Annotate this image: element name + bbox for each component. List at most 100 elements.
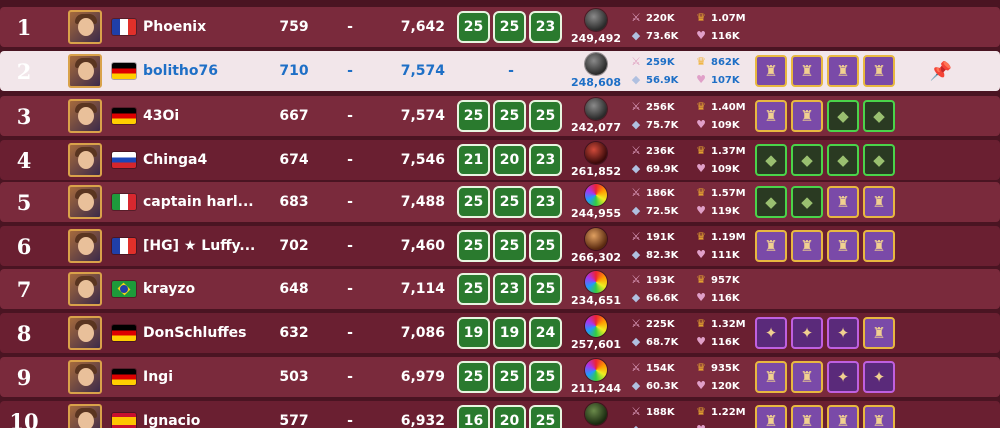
player-avatar[interactable]	[68, 99, 102, 133]
equipment-item[interactable]: ♜	[791, 405, 823, 428]
leaderboard-row[interactable]: 8 DonSchluffes 632-7,086 19 19 24 257,601 ⚔ 225K…	[0, 313, 1000, 353]
equipment-item[interactable]: ♜	[863, 186, 895, 218]
player-score: 266,302	[570, 250, 622, 264]
equipment-item[interactable]: ◆	[755, 144, 787, 176]
player-avatar[interactable]	[68, 316, 102, 350]
stat-value: 256K	[646, 101, 675, 113]
push-pin-icon[interactable]: 📌	[930, 51, 952, 91]
stat-value: 109K	[711, 163, 740, 175]
equipment-item[interactable]: ♜	[863, 317, 895, 349]
heart-question-icon: ♥	[696, 73, 706, 86]
player-avatar[interactable]	[68, 185, 102, 219]
leaderboard-row[interactable]: 3 43Oi 667-7,574 25 25 25 242,077 ⚔ 256K ◆ 75.7K ♛ 1…	[0, 96, 1000, 136]
orb-icon	[585, 9, 607, 31]
crown-icon: ♛	[696, 405, 706, 418]
leaderboard-row[interactable]: 5 captain harl... 683-7,488 25 25 23 244,955 ⚔ 1…	[0, 182, 1000, 222]
team-badge: 25	[457, 361, 490, 393]
equipment-item[interactable]: ◆	[827, 100, 859, 132]
player-name[interactable]: Ignacio	[143, 401, 273, 428]
orb-icon	[585, 142, 607, 164]
player-score: 249,492	[570, 31, 622, 45]
equipment-item[interactable]: ♜	[755, 55, 787, 87]
team-badges: 25 23 25	[457, 269, 565, 309]
player-name[interactable]: 43Oi	[143, 96, 273, 136]
player-avatar[interactable]	[68, 143, 102, 177]
equipment-item[interactable]: ◆	[863, 144, 895, 176]
player-avatar[interactable]	[68, 272, 102, 306]
player-name[interactable]: [HG] ★ Luffy...	[143, 226, 273, 266]
dash-value: -	[347, 325, 353, 341]
equipment-item[interactable]: ◆	[791, 144, 823, 176]
country-flag-fr	[112, 238, 136, 254]
equipment-item[interactable]: ♜	[791, 230, 823, 262]
team-badges: 25 25 25	[457, 226, 565, 266]
stats-column-a: ⚔ 259K ◆ 56.9K	[628, 51, 686, 91]
equipment-item[interactable]: ♜	[827, 186, 859, 218]
player-name[interactable]: captain harl...	[143, 182, 273, 222]
equipment-item[interactable]: ✦	[863, 361, 895, 393]
rank-number: 3	[16, 103, 32, 129]
rank-number: 1	[16, 14, 32, 40]
leaderboard-row[interactable]: 7 krayzo 648 - 7,114 25 23 25 234,651 ⚔ 193K ◆ 66.6K…	[0, 269, 1000, 309]
player-level: 683	[279, 194, 309, 210]
leaderboard-row[interactable]: 4 Chinga4 674 - 7,546 21 20 23 261,852 ⚔ 236K ◆ 69.9…	[0, 140, 1000, 180]
equipment-item[interactable]: ◆	[755, 186, 787, 218]
crown-icon: ♛	[696, 11, 706, 24]
player-avatar[interactable]	[68, 404, 102, 428]
equipment-slots: ◆ ◆ ◆ ◆	[755, 140, 905, 180]
player-name[interactable]: krayzo	[143, 269, 273, 309]
equipment-item[interactable]: ♜	[791, 361, 823, 393]
equipment-item[interactable]: ♜	[863, 230, 895, 262]
equipment-item[interactable]: ♜	[755, 405, 787, 428]
team-badge: 23	[529, 11, 562, 43]
leaderboard-row[interactable]: 2 bolitho76 710 - 7,574 - 248,608 ⚔ 259K ◆ 56.9K ♛ 8…	[0, 51, 1000, 91]
stats-column-b: ♛ 1.37M ♥ 109K	[693, 140, 749, 180]
player-avatar[interactable]	[68, 54, 102, 88]
player-score: 261,852	[570, 164, 622, 178]
player-avatar[interactable]	[68, 360, 102, 394]
equipment-slots: ♜ ♜ ♜ ♜	[755, 401, 905, 428]
equipment-item[interactable]: ♜	[755, 361, 787, 393]
equipment-item[interactable]: ♜	[827, 55, 859, 87]
country-flag-br	[112, 281, 136, 297]
equipment-item[interactable]: ♜	[791, 55, 823, 87]
equipment-item[interactable]: ♜	[755, 230, 787, 262]
equipment-item[interactable]: ♜	[791, 100, 823, 132]
equipment-item[interactable]: ◆	[863, 100, 895, 132]
player-avatar[interactable]	[68, 10, 102, 44]
stat-value: 75.7K	[646, 119, 679, 131]
stats-column-b: ♛ 862K ♥ 107K	[693, 51, 749, 91]
equipment-item[interactable]: ♜	[755, 100, 787, 132]
player-name[interactable]: bolitho76	[143, 51, 273, 91]
stat-value: 111K	[711, 249, 740, 261]
equipment-item[interactable]: ♜	[863, 55, 895, 87]
equipment-item[interactable]: ♜	[827, 405, 859, 428]
equipment-item[interactable]: ✦	[827, 361, 859, 393]
equipment-item[interactable]: ✦	[827, 317, 859, 349]
equipment-item[interactable]: ✦	[755, 317, 787, 349]
equipment-item[interactable]: ✦	[791, 317, 823, 349]
equipment-item[interactable]: ◆	[791, 186, 823, 218]
leaderboard-row[interactable]: 9 Ingi 503-6,979 25 25 25 211,244 ⚔ 154K ◆ 60.3K ♛ 9…	[0, 357, 1000, 397]
leaderboard-row[interactable]: 6 [HG] ★ Luffy... 702-7,460 25 25 25 266,302 ⚔ 1…	[0, 226, 1000, 266]
crown-icon: ♛	[696, 100, 706, 113]
leaderboard-row[interactable]: 1 Phoenix 759-7,642 25 25 23 249,492 ⚔ 220K ◆ 73.6…	[0, 7, 1000, 47]
leaderboard-row[interactable]: 10Ignacio577-6,932162025⚔188K◆♛1.22M♥♜♜♜…	[0, 401, 1000, 428]
stat-value: 191K	[646, 231, 675, 243]
country-flag-it	[112, 194, 136, 210]
stat-value: 186K	[646, 187, 675, 199]
player-name[interactable]: DonSchluffes	[143, 313, 273, 353]
equipment-item[interactable]: ◆	[827, 144, 859, 176]
team-badge: 25	[529, 230, 562, 262]
equipment-item[interactable]: ♜	[863, 405, 895, 428]
equipment-item[interactable]: ♜	[827, 230, 859, 262]
crown-icon: ♛	[696, 230, 706, 243]
player-name[interactable]: Chinga4	[143, 140, 273, 180]
stats-column-a: ⚔ 256K ◆ 75.7K	[628, 96, 686, 136]
stats-column-a: ⚔ 154K ◆ 60.3K	[628, 357, 686, 397]
player-name[interactable]: Ingi	[143, 357, 273, 397]
player-avatar[interactable]	[68, 229, 102, 263]
claw-icon: ⚔	[631, 405, 641, 418]
player-name[interactable]: Phoenix	[143, 7, 273, 47]
team-badge: 25	[457, 186, 490, 218]
